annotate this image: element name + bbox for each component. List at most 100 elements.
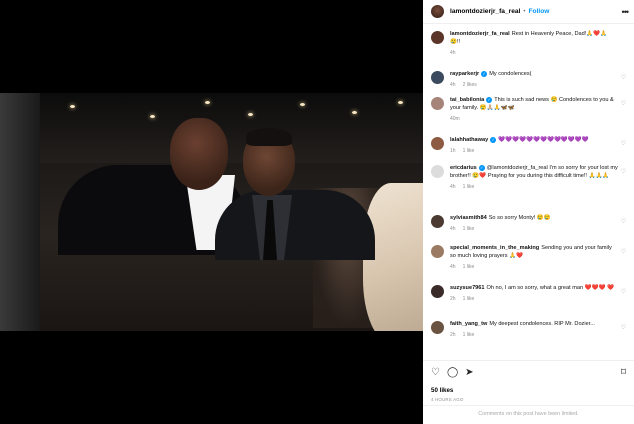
comment-like-icon[interactable]: ♡: [621, 218, 626, 225]
comment-likes[interactable]: 1 like: [463, 225, 475, 233]
comment-body: tai_babilonia ✓ This is such sad news 😢 Co…: [450, 96, 628, 123]
comment-item: ericdarius ✓ @lamontdozierjr_fa_real I'm s…: [431, 164, 628, 191]
share-icon[interactable]: ➤: [465, 366, 473, 380]
verified-badge-icon: ✓: [478, 165, 485, 171]
comment-text: So so sorry Monty! 😢😢: [488, 215, 551, 221]
comment-body: ericdarius ✓ @lamontdozierjr_fa_real I'm s…: [450, 164, 628, 191]
ceiling-light: [150, 115, 155, 118]
post-media[interactable]: [0, 0, 423, 424]
comment-item: suzysue7961 Oh no, I am so sorry, what a …: [431, 284, 628, 303]
comment-like-icon[interactable]: ♡: [621, 288, 626, 295]
comment-likes[interactable]: 1 like: [463, 147, 475, 155]
commenter-avatar[interactable]: [431, 245, 444, 258]
comment-time: 2h: [450, 332, 456, 338]
comments-list[interactable]: lamontdozierjr_fa_real Rest in Heavenly P…: [423, 24, 634, 360]
commenter-avatar[interactable]: [431, 165, 444, 178]
comment-username[interactable]: sylviasmith84: [450, 215, 487, 221]
comment-time: 40m: [450, 116, 460, 122]
ceiling-light: [205, 101, 210, 104]
caption: lamontdozierjr_fa_real Rest in Heavenly P…: [431, 30, 628, 57]
ceiling-light: [248, 113, 253, 116]
comment-meta: 4h1 likeReply: [450, 183, 618, 191]
comment-body: rayparkerjr✓My condolences(4h2 likesRepl…: [450, 70, 628, 89]
comment-like-icon[interactable]: ♡: [621, 324, 626, 331]
comment-time: 1h: [450, 148, 456, 154]
comment-meta: 1h1 likeReply: [450, 147, 618, 155]
ceiling-light: [398, 101, 403, 104]
comment-time: 4h: [450, 264, 456, 270]
comment-body: special_moments_in_the_making Sending you…: [450, 244, 628, 271]
comment-username[interactable]: tai_babilonia: [450, 97, 484, 103]
bookmark-icon[interactable]: ⌑: [621, 366, 626, 380]
comment-likes[interactable]: 2 likes: [463, 81, 477, 89]
comment-time: 4h: [450, 184, 456, 190]
comment-item: special_moments_in_the_making Sending you…: [431, 244, 628, 271]
separator-dot: •: [523, 8, 526, 15]
photo-wall: [0, 93, 40, 331]
comment-item: rayparkerjr✓My condolences(4h2 likesRepl…: [431, 70, 628, 89]
verified-badge-icon: ✓: [486, 97, 493, 103]
comment-text: Oh no, I am so sorry, what a great man ❤…: [486, 285, 615, 291]
commenter-avatar[interactable]: [431, 71, 444, 84]
likes-count[interactable]: 50 likes: [431, 387, 626, 394]
commenter-avatar[interactable]: [431, 321, 444, 334]
comment-username[interactable]: special_moments_in_the_making: [450, 245, 539, 251]
follow-button[interactable]: Follow: [528, 8, 549, 15]
comment-like-icon[interactable]: ♡: [621, 100, 626, 107]
comment-meta: 2h1 likeReply: [450, 295, 618, 303]
comment-like-icon[interactable]: ♡: [621, 140, 626, 147]
person-right-suit: [215, 190, 375, 260]
comment-item: lalahhathaway✓💜💜💜💜💜💜💜💜💜💜💜💜💜1h1 likeReply…: [431, 136, 628, 155]
comment-meta: 2h1 likeReply: [450, 331, 618, 339]
comment-meta: 4h: [450, 49, 618, 57]
comment-meta: 4h1 likeReply: [450, 225, 618, 233]
ceiling-light: [70, 105, 75, 108]
verified-badge-icon: ✓: [481, 71, 488, 77]
person-right-hair: [246, 128, 292, 146]
comment-time: 4h: [450, 50, 456, 56]
verified-badge-icon: ✓: [490, 137, 497, 143]
comment-like-icon[interactable]: ♡: [621, 74, 626, 81]
comment-text: My condolences(: [489, 71, 532, 77]
comment-like-icon[interactable]: ♡: [621, 248, 626, 255]
commenter-avatar[interactable]: [431, 97, 444, 110]
comment-text: 💜💜💜💜💜💜💜💜💜💜💜💜💜: [498, 137, 589, 143]
comment-username[interactable]: lamontdozierjr_fa_real: [450, 31, 510, 37]
commenter-avatar[interactable]: [431, 285, 444, 298]
post-sidebar: lamontdozierjr_fa_real • Follow ••• lamo…: [423, 0, 634, 424]
person-left-head: [170, 118, 228, 190]
comment-likes[interactable]: 1 like: [463, 263, 475, 271]
author-avatar[interactable]: [431, 5, 444, 18]
comments-limited-notice: Comments on this post have been limited.: [423, 405, 634, 424]
comment-likes[interactable]: 1 like: [463, 331, 475, 339]
comment-icon[interactable]: ◯: [447, 366, 458, 380]
post-timestamp: 4 HOURS AGO: [431, 397, 464, 402]
comment-username[interactable]: rayparkerjr: [450, 71, 479, 77]
more-options-icon[interactable]: •••: [622, 7, 630, 17]
comment-username[interactable]: faith_yang_tw: [450, 321, 487, 327]
comment-meta: 4h1 likeReply: [450, 263, 618, 271]
comment-body: lalahhathaway✓💜💜💜💜💜💜💜💜💜💜💜💜💜1h1 likeReply: [450, 136, 628, 155]
comment-time: 4h: [450, 82, 456, 88]
comment-item: sylviasmith84 So so sorry Monty! 😢😢 4h 1 li…: [431, 214, 628, 233]
comment-like-icon[interactable]: ♡: [621, 168, 626, 175]
comment-likes[interactable]: 1 like: [463, 295, 475, 303]
author-username[interactable]: lamontdozierjr_fa_real: [450, 8, 520, 15]
ceiling-light: [352, 111, 357, 114]
comment-item: faith_yang_tw My deepest condolences. RIP…: [431, 320, 628, 339]
ceiling-light: [300, 103, 305, 106]
comment-username[interactable]: lalahhathaway: [450, 137, 488, 143]
comment-username[interactable]: suzysue7961: [450, 285, 485, 291]
heart-icon[interactable]: ♡: [431, 366, 440, 380]
comment-body: sylviasmith84 So so sorry Monty! 😢😢 4h 1 li…: [450, 214, 628, 233]
comment-likes[interactable]: 1 like: [463, 183, 475, 191]
commenter-avatar[interactable]: [431, 137, 444, 150]
comment-body: faith_yang_tw My deepest condolences. RIP…: [450, 320, 628, 339]
post-header: lamontdozierjr_fa_real • Follow •••: [423, 0, 634, 24]
commenter-avatar[interactable]: [431, 215, 444, 228]
comment-time: 2h: [450, 296, 456, 302]
comment-body: lamontdozierjr_fa_real Rest in Heavenly P…: [450, 30, 628, 57]
commenter-avatar[interactable]: [431, 31, 444, 44]
comment-username[interactable]: ericdarius: [450, 165, 477, 171]
comment-item: tai_babilonia ✓ This is such sad news 😢 Co…: [431, 96, 628, 123]
